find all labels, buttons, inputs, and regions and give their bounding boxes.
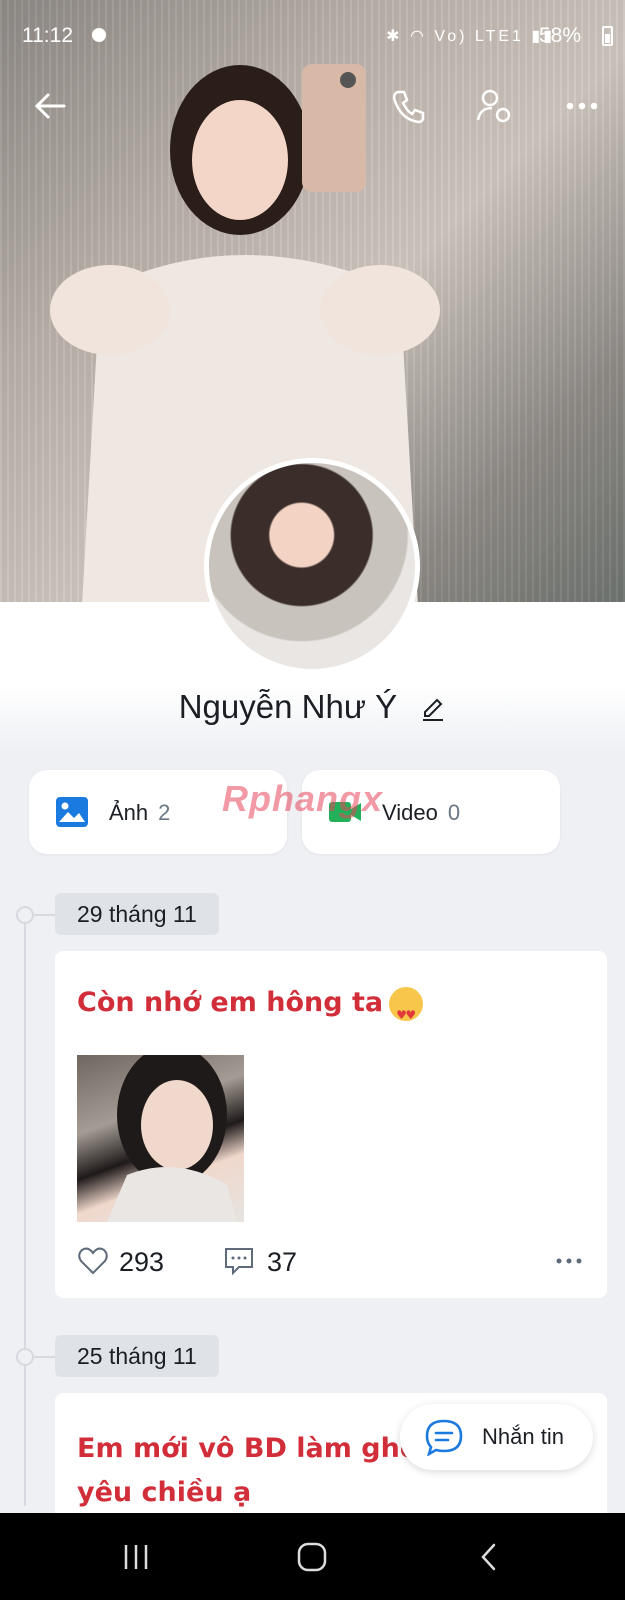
recent-apps-icon[interactable] (120, 1541, 152, 1573)
send-message-label: Nhắn tin (482, 1424, 564, 1449)
post-card[interactable]: Còn nhớ em hông ta 293 37 (55, 951, 607, 1298)
send-message-button[interactable]: Nhắn tin (400, 1404, 593, 1470)
post-date-chip: 29 tháng 11 (55, 893, 219, 935)
profile-settings-icon[interactable] (474, 86, 514, 126)
notification-icon (92, 28, 106, 42)
photos-label: Ảnh (109, 800, 149, 825)
post-date-chip: 25 tháng 11 (55, 1335, 219, 1377)
post-text: Còn nhớ em hông ta (77, 981, 424, 1037)
back-arrow-icon[interactable] (30, 86, 70, 126)
post-photo[interactable] (77, 1055, 244, 1222)
like-count: 293 (119, 1247, 165, 1277)
post-text: Em mới vô BD làm ghe yêu chiều ạ (77, 1433, 419, 1508)
heart-eyes-emoji-icon (389, 986, 424, 1037)
phone-call-icon[interactable] (388, 86, 428, 126)
watermark: Rphangx (222, 778, 384, 819)
profile-name-row: Nguyễn Như Ý (0, 688, 625, 726)
post-photo-illustration (107, 1055, 237, 1222)
profile-name: Nguyễn Như Ý (178, 688, 398, 725)
system-back-icon[interactable] (474, 1541, 506, 1573)
timeline-dot (16, 1348, 34, 1366)
timeline-line (24, 906, 26, 1506)
avatar[interactable] (204, 458, 420, 674)
videos-label: Video (382, 800, 438, 825)
comment-count: 37 (267, 1247, 298, 1277)
top-navigation (0, 80, 625, 130)
status-bar: 11:12 ✱ ◠ Vo) LTE1 ▮▮ 58% (0, 0, 625, 72)
photo-gallery-icon (56, 797, 88, 827)
timeline-tick (34, 1356, 56, 1358)
comment-icon[interactable] (223, 1245, 255, 1277)
post-more-icon[interactable] (551, 1243, 587, 1279)
chat-bubble-icon (425, 1419, 463, 1456)
like-heart-icon[interactable] (77, 1245, 109, 1277)
system-navigation-bar (0, 1513, 625, 1600)
home-icon[interactable] (296, 1541, 328, 1573)
timeline-dot (16, 906, 34, 924)
signal-indicators: ✱ ◠ Vo) LTE1 ▮▮ (386, 28, 555, 45)
videos-count: 0 (447, 800, 461, 825)
edit-pencil-icon[interactable] (420, 696, 446, 722)
post-actions: 293 37 (77, 1243, 587, 1283)
status-time: 11:12 (22, 24, 73, 47)
battery-icon (602, 26, 613, 46)
more-options-icon[interactable] (562, 86, 602, 126)
photos-count: 2 (158, 800, 171, 825)
battery-percent: 58% (538, 24, 581, 47)
timeline-tick (34, 914, 56, 916)
